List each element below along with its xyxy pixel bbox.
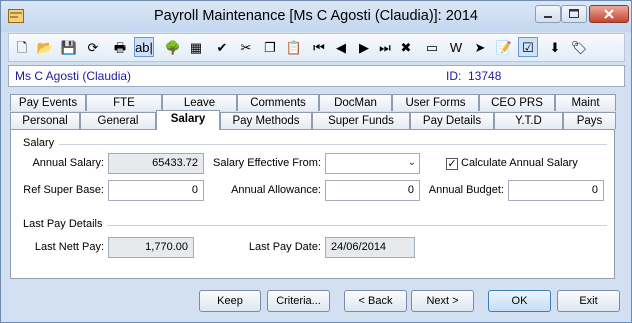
next-record-icon[interactable]: ▶ [354,37,374,57]
employee-name: Ms C Agosti (Claudia) [15,69,132,83]
employee-id-label: ID: [446,69,462,83]
annual-salary-label: Annual Salary: [32,157,104,169]
last-nett-pay-label: Last Nett Pay: [34,241,104,253]
maximize-icon [569,9,579,18]
print-icon[interactable]: 🖶 [110,37,130,57]
salary-effective-from-select[interactable]: ⌄ [325,153,420,174]
first-record-icon[interactable]: ⏮ [309,37,329,57]
tab-super-funds[interactable]: Super Funds [312,112,410,129]
tab-pays[interactable]: Pays [563,112,616,129]
new-icon[interactable]: 🗋 [12,37,32,57]
tab-maint[interactable]: Maint [555,94,616,111]
card-icon[interactable]: ▭ [422,37,442,57]
ok-button[interactable]: OK [488,290,551,312]
clipboard-edit-icon[interactable]: 📝 [494,37,514,57]
tab-general[interactable]: General [80,112,156,129]
calculate-annual-salary-label: Calculate Annual Salary [461,157,578,169]
chevron-down-icon: ⌄ [407,157,416,168]
close-icon [604,9,614,19]
delete-icon[interactable]: ✖ [396,37,416,57]
spell-check-icon[interactable]: ✔ [212,37,232,57]
title-bar[interactable]: Payroll Maintenance [Ms C Agosti (Claudi… [1,1,631,32]
text-field-icon[interactable]: ab| [134,37,154,57]
last-pay-group-divider [107,225,607,226]
payroll-maintenance-window: Payroll Maintenance [Ms C Agosti (Claudi… [0,0,632,323]
ref-super-base-field[interactable]: 0 [108,180,204,201]
last-pay-date-label: Last Pay Date: [248,241,321,253]
annual-allowance-field[interactable]: 0 [325,180,420,201]
tab-fte[interactable]: FTE [86,94,162,111]
copy-icon[interactable]: ❐ [260,37,280,57]
send-icon[interactable]: ➤ [470,37,490,57]
tab-ceo-prs[interactable]: CEO PRS [479,94,555,111]
calculator-icon[interactable]: ▦ [186,37,206,57]
tab-docman[interactable]: DocMan [319,94,392,111]
cut-icon[interactable]: ✂ [236,37,256,57]
annual-budget-field[interactable]: 0 [508,180,604,201]
paste-icon[interactable]: 📋 [284,37,304,57]
minimize-icon [544,16,552,18]
tree-icon[interactable]: 🌳 [163,37,183,57]
employee-header: Ms C Agosti (Claudia) ID: 13748 [8,65,625,87]
tab-pay-details[interactable]: Pay Details [410,112,494,129]
tab-pay-methods[interactable]: Pay Methods [220,112,312,129]
last-nett-pay-field: 1,770.00 [108,237,194,258]
annual-salary-field: 65433.72 [108,153,204,174]
tab-pay-events[interactable]: Pay Events [10,94,86,111]
refresh-icon[interactable]: ⟳ [83,37,103,57]
exit-button[interactable]: Exit [557,290,620,312]
criteria-button[interactable]: Criteria... [267,290,330,312]
keep-button[interactable]: Keep [199,290,261,312]
save-icon[interactable]: 💾 [59,37,79,57]
close-button[interactable] [589,5,629,23]
back-button[interactable]: < Back [344,290,407,312]
ref-super-base-label: Ref Super Base: [23,184,104,196]
annual-budget-label: Annual Budget: [428,184,504,196]
minimize-button[interactable] [535,5,561,23]
calculate-annual-salary-checkbox[interactable]: ✓ [446,158,458,170]
annual-allowance-label: Annual Allowance: [231,184,321,196]
toolbar: 🗋 📂 💾 ⟳ 🖶 ab| 🌳 ▦ ✔ ✂ ❐ 📋 ⏮ ◀ ▶ ⏭ ✖ ▭ W ➤ 📝 ☑ ⬇ 🏷 [8,33,625,62]
download-icon[interactable]: ⬇ [545,37,565,57]
tab-user-forms[interactable]: User Forms [392,94,479,111]
last-pay-date-field: 24/06/2014 [325,237,415,258]
next-button[interactable]: Next > [411,290,474,312]
salary-group-label: Salary [23,137,55,149]
word-document-icon[interactable]: W [446,37,466,57]
salary-group-divider [59,144,607,145]
tab-salary[interactable]: Salary [156,110,220,130]
tab-personal[interactable]: Personal [10,112,80,129]
tag-icon[interactable]: 🏷 [569,37,589,57]
tab-comments[interactable]: Comments [237,94,319,111]
employee-id: 13748 [468,69,502,83]
last-pay-details-group-label: Last Pay Details [23,218,103,230]
last-record-icon[interactable]: ⏭ [375,37,395,57]
tab-ytd[interactable]: Y.T.D [494,112,563,129]
salary-panel: Salary Annual Salary: 65433.72 Salary Ef… [10,129,615,279]
open-folder-icon[interactable]: 📂 [35,37,55,57]
approve-icon[interactable]: ☑ [518,37,538,57]
previous-record-icon[interactable]: ◀ [331,37,351,57]
salary-effective-from-label: Salary Effective From: [213,157,321,169]
tab-leave[interactable]: Leave [162,94,237,111]
maximize-button[interactable] [561,5,587,23]
